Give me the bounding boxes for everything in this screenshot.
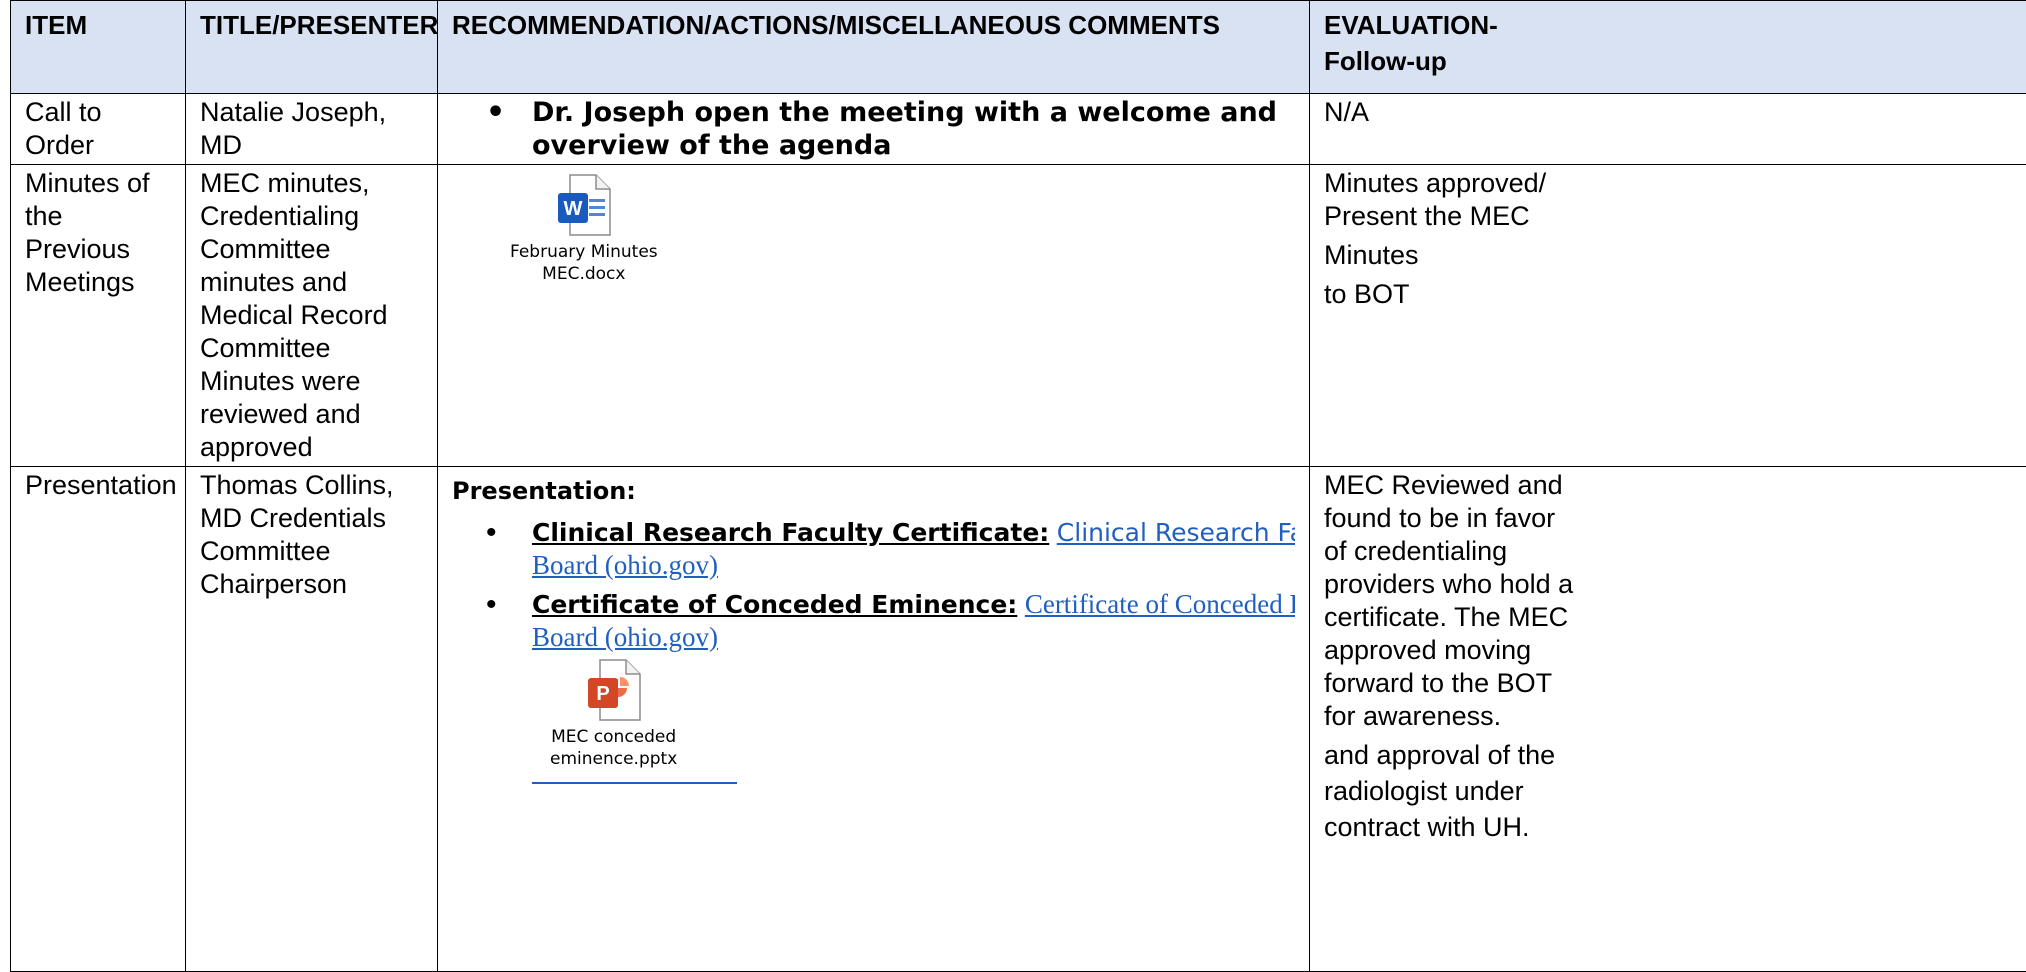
presentation-heading: Presentation: — [452, 475, 1295, 508]
item-cell: Presentation — [11, 467, 186, 972]
conceded-eminence-link-cont[interactable]: Board (ohio.gov) — [532, 622, 718, 652]
evaluation-para: MEC Reviewed and found to be in favor of… — [1324, 469, 1574, 733]
attachment-name-line2: eminence.pptx — [550, 748, 677, 770]
table-row: Minutes of the Previous Meetings MEC min… — [11, 165, 2026, 467]
comment-cell: Presentation: Clinical Research Faculty … — [438, 467, 1310, 972]
presenter-text: Natalie Joseph, MD — [200, 97, 386, 160]
comment-bullet: Dr. Joseph open the meeting with a welco… — [532, 96, 1295, 162]
comment-cell: W February Minutes MEC.docx — [438, 165, 1310, 467]
attachment-underline — [532, 782, 737, 784]
list-item: Certificate of Conceded Eminence: Certif… — [532, 588, 1295, 654]
svg-text:W: W — [563, 198, 582, 220]
header-comments: RECOMMENDATION/ACTIONS/MISCELLANEOUS COM… — [438, 1, 1310, 94]
presenter-cell: Natalie Joseph, MD — [186, 94, 438, 165]
bullet-label: Clinical Research Faculty Certificate: — [532, 518, 1049, 547]
powerpoint-icon: P — [586, 658, 642, 722]
item-text: Minutes of the Previous Meetings — [25, 168, 150, 297]
evaluation-line: Minutes approved/ — [1324, 167, 2026, 200]
header-row: ITEM TITLE/PRESENTER RECOMMENDATION/ACTI… — [11, 1, 2026, 94]
comment-cell: Dr. Joseph open the meeting with a welco… — [438, 94, 1310, 165]
presenter-cell: MEC minutes, Credentialing Committee min… — [186, 165, 438, 467]
evaluation-cell: Minutes approved/ Present the MEC Minute… — [1310, 165, 2026, 467]
table-row: Call to Order Natalie Joseph, MD Dr. Jos… — [11, 94, 2026, 165]
header-presenter: TITLE/PRESENTER — [186, 1, 438, 94]
evaluation-line: Present the MEC — [1324, 200, 2026, 233]
evaluation-text: N/A — [1324, 97, 1369, 127]
evaluation-line: to BOT — [1324, 278, 2026, 311]
attachment-name-line1: MEC conceded — [550, 726, 677, 748]
presenter-text: MEC minutes, Credentialing Committee min… — [200, 168, 388, 462]
attachment-name-line1: February Minutes — [510, 241, 658, 263]
item-cell: Call to Order — [11, 94, 186, 165]
attachment-name-line2: MEC.docx — [510, 263, 658, 285]
evaluation-para: and approval of the radiologist under co… — [1324, 737, 1574, 845]
svg-text:P: P — [596, 683, 609, 705]
table-row: Presentation Thomas Collins, MD Credenti… — [11, 467, 2026, 972]
item-text: Presentation — [25, 470, 177, 500]
item-cell: Minutes of the Previous Meetings — [11, 165, 186, 467]
presenter-text: Thomas Collins, MD Credentials Committee… — [200, 470, 394, 599]
evaluation-cell: MEC Reviewed and found to be in favor of… — [1310, 467, 2026, 972]
list-item: Clinical Research Faculty Certificate: C… — [532, 516, 1295, 582]
word-doc-icon: W — [556, 173, 612, 237]
evaluation-cell: N/A — [1310, 94, 2026, 165]
evaluation-line: Minutes — [1324, 239, 2026, 272]
clinical-research-link-cont[interactable]: Board (ohio.gov) — [532, 550, 718, 580]
item-text: Call to Order — [25, 97, 102, 160]
bullet-label: Certificate of Conceded Eminence: — [532, 590, 1017, 619]
conceded-eminence-link[interactable]: Certificate of Conceded Eminence | State… — [1025, 589, 1295, 619]
header-evaluation-line2: Follow-up — [1324, 43, 2026, 79]
minutes-table: ITEM TITLE/PRESENTER RECOMMENDATION/ACTI… — [10, 0, 2026, 972]
presenter-cell: Thomas Collins, MD Credentials Committee… — [186, 467, 438, 972]
word-attachment[interactable]: W February Minutes MEC.docx — [510, 173, 658, 285]
clinical-research-link[interactable]: Clinical Research Faculty Certificate | … — [1057, 518, 1295, 547]
header-evaluation-line1: EVALUATION- — [1324, 7, 2026, 43]
ppt-attachment[interactable]: P MEC conceded eminence.pptx — [550, 658, 677, 770]
header-evaluation: EVALUATION- Follow-up — [1310, 1, 2026, 94]
header-item: ITEM — [11, 1, 186, 94]
